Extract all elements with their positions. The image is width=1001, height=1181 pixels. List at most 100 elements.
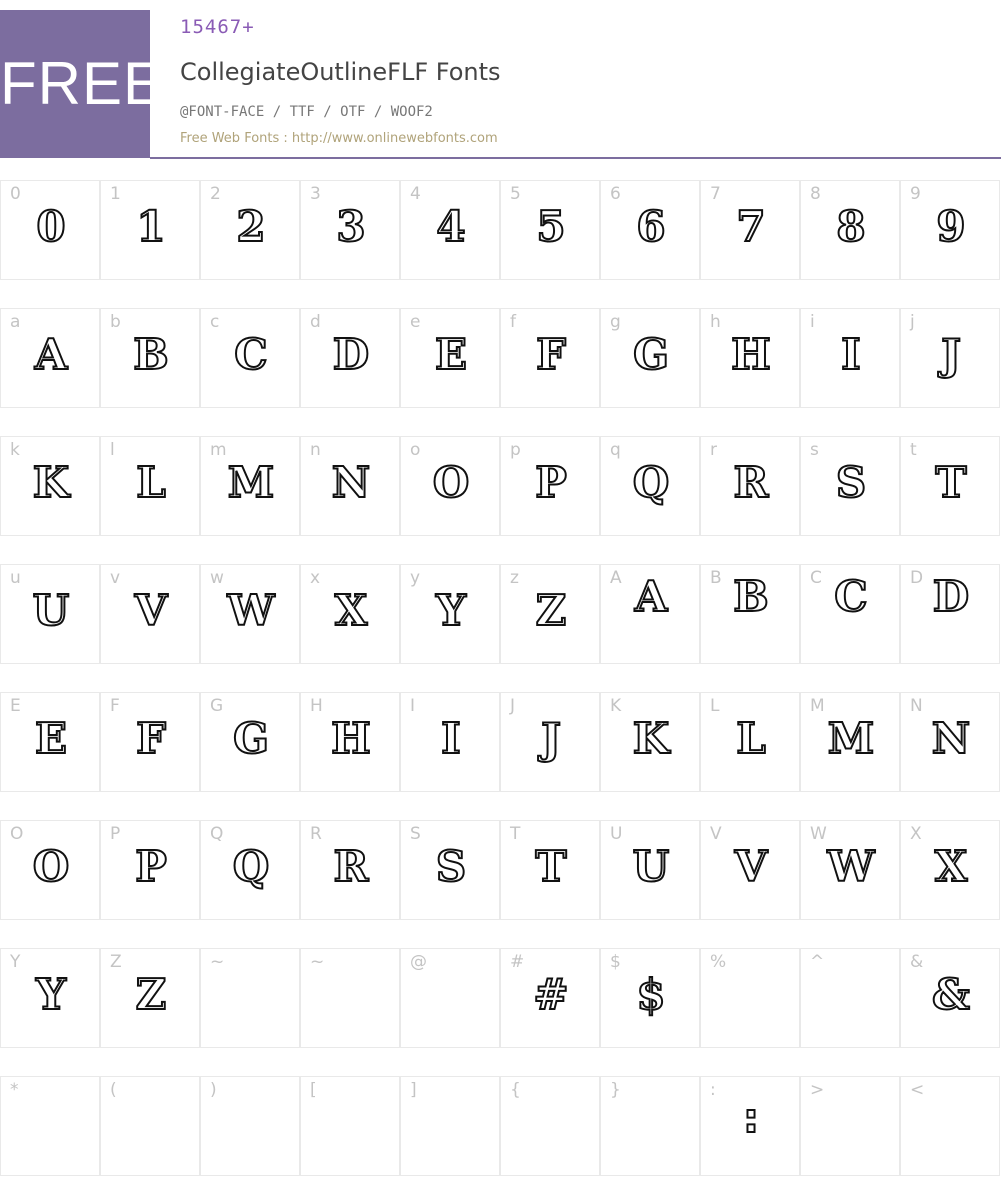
glyph-preview: V	[134, 585, 169, 636]
glyph-preview: W	[226, 585, 275, 636]
glyph-row: *()[]{}:: > <	[0, 1076, 1001, 1176]
glyph-cell: yY	[400, 564, 500, 664]
glyph-preview: T	[534, 841, 567, 892]
glyph-preview	[401, 969, 501, 1021]
glyph-cell: 00	[0, 180, 100, 280]
glyph-cell: %	[700, 948, 800, 1048]
glyph-cell: RR	[300, 820, 400, 920]
glyph-preview: 5	[535, 201, 566, 252]
glyph-cell: NN	[900, 692, 1000, 792]
free-badge[interactable]: FREE	[0, 10, 163, 158]
glyph-cell: lL	[100, 436, 200, 536]
glyph-preview: U	[632, 841, 671, 892]
glyph-cell: & &	[900, 948, 1000, 1048]
glyph-cell: kK	[0, 436, 100, 536]
glyph-cell: zZ	[500, 564, 600, 664]
glyph-cell: ~	[300, 948, 400, 1048]
glyph-cell: gG	[600, 308, 700, 408]
glyph-preview: F	[535, 329, 567, 380]
glyph-cell: LL	[700, 692, 800, 792]
glyph-cell: KK	[600, 692, 700, 792]
glyph-preview: B	[132, 329, 170, 380]
glyph-preview: Z	[135, 969, 168, 1020]
glyph-cell: TT	[500, 820, 600, 920]
glyph-cell: EE	[0, 692, 100, 792]
glyph-cell: PP	[100, 820, 200, 920]
glyph-preview: 0	[35, 201, 66, 252]
glyph-cell: 22	[200, 180, 300, 280]
glyph-preview: O	[32, 841, 71, 892]
glyph-preview	[601, 1097, 701, 1149]
glyph-preview: G	[632, 329, 670, 380]
glyph-preview: P	[534, 457, 568, 508]
glyph-cell: tT	[900, 436, 1000, 536]
glyph-preview: M	[227, 457, 276, 508]
glyph-cell: 11	[100, 180, 200, 280]
glyph-preview: F	[135, 713, 167, 764]
glyph-cell: 44	[400, 180, 500, 280]
glyph-preview: 8	[835, 201, 866, 252]
glyph-preview: N	[331, 457, 371, 508]
glyph-cell: bB	[100, 308, 200, 408]
glyph-preview: #	[532, 969, 569, 1020]
glyph-cell: pP	[500, 436, 600, 536]
glyph-row: 00112233445566778899	[0, 180, 1001, 280]
glyph-cell: nN	[300, 436, 400, 536]
glyph-preview: Q	[232, 841, 271, 892]
glyph-cell: WW	[800, 820, 900, 920]
glyph-cell: (	[100, 1076, 200, 1176]
glyph-cell: 55	[500, 180, 600, 280]
glyph-cell: YY	[0, 948, 100, 1048]
glyph-cell: BB	[700, 564, 800, 664]
glyph-preview	[501, 1097, 601, 1149]
glyph-cell: uU	[0, 564, 100, 664]
glyph-cell: OO	[0, 820, 100, 920]
glyph-cell: oO	[400, 436, 500, 536]
glyph-cell: SS	[400, 820, 500, 920]
glyph-preview	[301, 1097, 401, 1149]
glyph-cell: ::	[700, 1076, 800, 1176]
glyph-preview: 4	[435, 201, 466, 252]
glyph-cell: vV	[100, 564, 200, 664]
font-count: 15467+	[180, 16, 255, 38]
glyph-preview	[901, 1097, 1001, 1149]
glyph-preview: J	[940, 329, 962, 380]
glyph-preview	[301, 969, 401, 1021]
glyph-cell: II	[400, 692, 500, 792]
glyph-preview: V	[734, 841, 769, 892]
glyph-cell: JJ	[500, 692, 600, 792]
glyph-preview: W	[826, 841, 875, 892]
glyph-preview	[201, 969, 301, 1021]
glyph-cell: MM	[800, 692, 900, 792]
glyph-preview: I	[840, 329, 862, 380]
glyph-row: OOPPQQRRSSTTUUVVWWXX	[0, 820, 1001, 920]
glyph-cell: <	[900, 1076, 1000, 1176]
site-link[interactable]: Free Web Fonts : http://www.onlinewebfon…	[180, 131, 498, 146]
glyph-preview: B	[732, 571, 770, 622]
glyph-row: EEFFGGHHIIJJKKLLMMNN	[0, 692, 1001, 792]
glyph-preview: H	[730, 329, 772, 380]
glyph-cell: GG	[200, 692, 300, 792]
glyph-cell: dD	[300, 308, 400, 408]
glyph-cell: fF	[500, 308, 600, 408]
glyph-preview: E	[34, 713, 68, 764]
glyph-row: aAbBcCdDeEfFgGhHiIjJ	[0, 308, 1001, 408]
glyph-preview: U	[32, 585, 71, 636]
glyph-cell: @	[400, 948, 500, 1048]
glyph-cell: 88	[800, 180, 900, 280]
glyph-row: kKlLmMnNoOpPqQrRsStT	[0, 436, 1001, 536]
glyph-preview: D	[932, 571, 970, 622]
glyph-preview: S	[835, 457, 867, 508]
glyph-preview: Q	[632, 457, 671, 508]
glyph-cell: XX	[900, 820, 1000, 920]
glyph-preview	[101, 1097, 201, 1149]
glyph-preview: L	[135, 457, 167, 508]
glyph-preview: I	[440, 713, 462, 764]
glyph-preview: &	[931, 969, 971, 1020]
glyph-preview	[801, 969, 901, 1021]
glyph-cell: AA	[600, 564, 700, 664]
glyph-cell: sS	[800, 436, 900, 536]
glyph-preview: 2	[235, 201, 266, 252]
glyph-cell: qQ	[600, 436, 700, 536]
glyph-cell: ^	[800, 948, 900, 1048]
